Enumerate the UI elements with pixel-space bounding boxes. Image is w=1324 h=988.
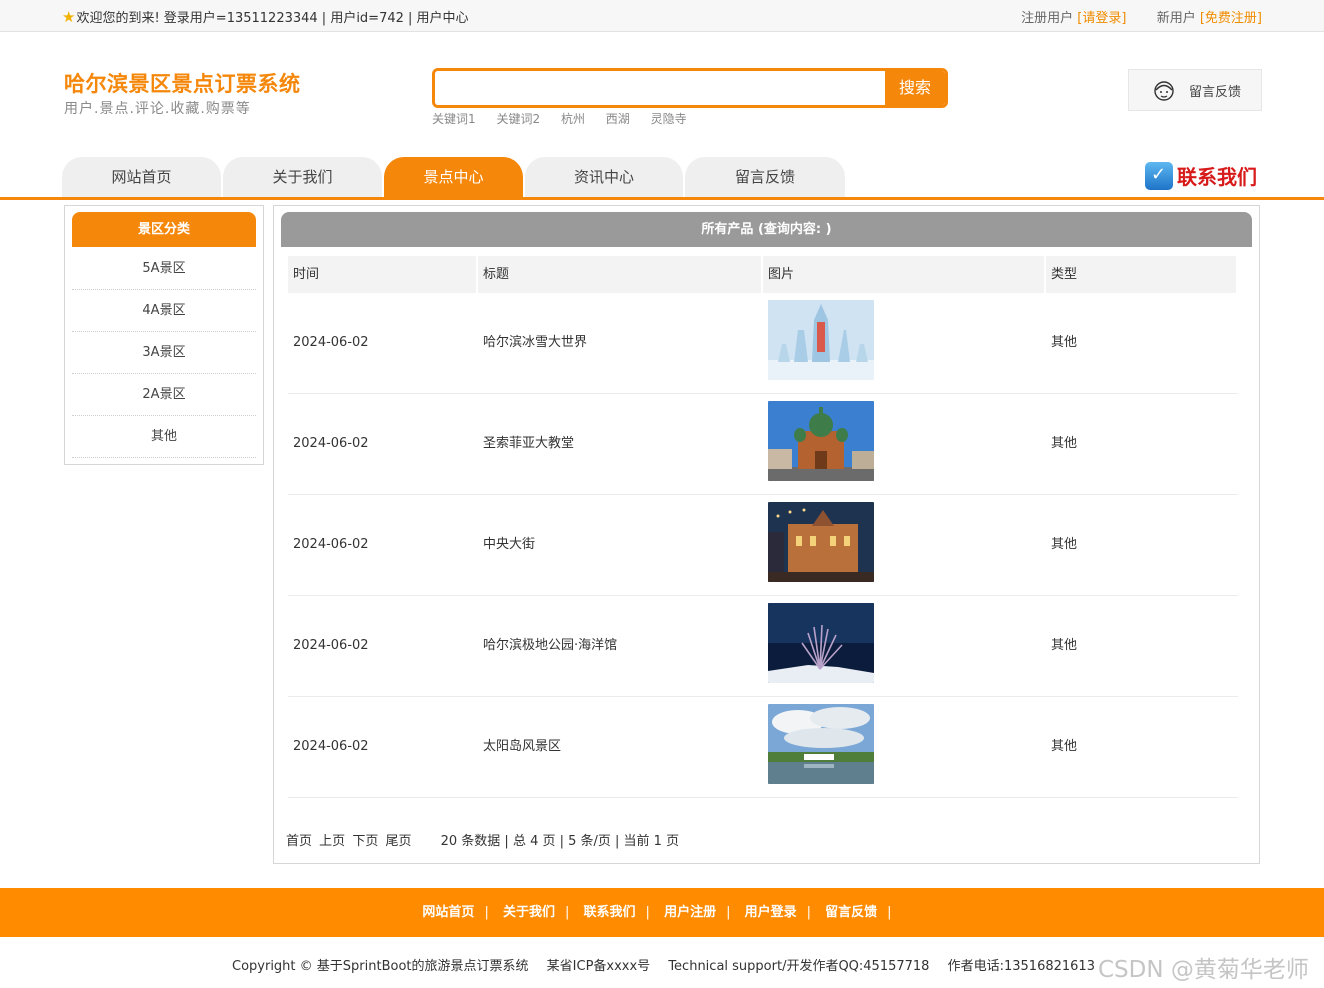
top-bar: ★欢迎您的到来! 登录用户=13511223344 | 用户id=742 | 用… — [0, 0, 1324, 32]
contact-us-label: 联系我们 — [1177, 165, 1257, 189]
table-row: 2024-06-02 中央大街 其他 — [288, 495, 1238, 596]
watermark: CSDN @黄菊华老师 — [1098, 957, 1309, 983]
nav-feedback[interactable]: 留言反馈 — [685, 157, 845, 197]
hotword-link[interactable]: 关键词2 — [496, 112, 540, 126]
search-button[interactable]: 搜索 — [885, 71, 945, 105]
star-icon: ★ — [62, 8, 76, 26]
hotword-link[interactable]: 关键词1 — [432, 112, 476, 126]
column-header: 标题 — [478, 256, 761, 293]
register-label: 注册用户 — [1021, 11, 1074, 26]
copyright-text: Copyright © 基于SprintBoot的旅游景点订票系统 — [232, 959, 529, 974]
hotword-link[interactable]: 灵隐寺 — [651, 112, 687, 126]
category-3a[interactable]: 3A景区 — [72, 332, 256, 374]
nav-news[interactable]: 资讯中心 — [525, 157, 683, 197]
row-date: 2024-06-02 — [293, 537, 369, 552]
site-subtitle: 用户.景点.评论.收藏.购票等 — [64, 101, 251, 117]
nav-about[interactable]: 关于我们 — [223, 157, 382, 197]
support-text: Technical support/开发作者QQ:45157718 — [668, 959, 930, 974]
row-type: 其他 — [1051, 638, 1078, 653]
pagination: 首页 上页 下页 尾页 20 条数据 | 总 4 页 | 5 条/页 | 当前 … — [286, 830, 679, 849]
category-list: 5A景区 4A景区 3A景区 2A景区 其他 — [72, 248, 256, 458]
column-header: 类型 — [1046, 256, 1236, 293]
ice-world-thumbnail[interactable] — [768, 300, 874, 380]
category-sidebar: 景区分类 5A景区 4A景区 3A景区 2A景区 其他 — [64, 205, 264, 465]
table-row: 2024-06-02 哈尔滨极地公园·海洋馆 其他 — [288, 596, 1238, 697]
hot-keywords: 关键词1 关键词2 杭州 西湖 灵隐寺 — [432, 110, 704, 127]
row-title[interactable]: 哈尔滨极地公园·海洋馆 — [478, 596, 617, 696]
sophia-cathedral-thumbnail[interactable] — [768, 401, 874, 481]
hotword-link[interactable]: 杭州 — [561, 112, 585, 126]
sun-island-thumbnail[interactable] — [768, 704, 874, 784]
category-4a[interactable]: 4A景区 — [72, 290, 256, 332]
feedback-button[interactable]: 留言反馈 — [1128, 69, 1262, 111]
welcome-text: 欢迎您的到来! 登录用户=13511223344 | 用户id=742 | 用户… — [76, 11, 469, 26]
column-header: 图片 — [763, 256, 1044, 293]
row-date: 2024-06-02 — [293, 436, 369, 451]
pager-prev[interactable]: 上页 — [319, 834, 345, 849]
pager-last[interactable]: 尾页 — [385, 834, 411, 849]
row-date: 2024-06-02 — [293, 739, 369, 754]
column-header: 时间 — [288, 256, 476, 293]
pager-first[interactable]: 首页 — [286, 834, 312, 849]
row-date: 2024-06-02 — [293, 638, 369, 653]
footer-link-login[interactable]: 用户登录 — [745, 905, 797, 920]
site-title[interactable]: 哈尔滨景区景点订票系统 — [64, 68, 301, 98]
polarland-thumbnail[interactable] — [768, 603, 874, 683]
table-header: 时间 标题 图片 类型 — [288, 256, 1238, 293]
account-links: 注册用户 [请登录] 新用户 [免费注册] — [1021, 7, 1262, 26]
sidebar-title: 景区分类 — [72, 212, 256, 247]
footer-link-register[interactable]: 用户注册 — [664, 905, 716, 920]
category-5a[interactable]: 5A景区 — [72, 248, 256, 290]
customer-service-icon — [1154, 81, 1174, 101]
nav-attractions[interactable]: 景点中心 — [384, 157, 523, 197]
feedback-label: 留言反馈 — [1189, 85, 1242, 100]
search-input[interactable] — [435, 71, 887, 105]
pager-info: 20 条数据 | 总 4 页 | 5 条/页 | 当前 1 页 — [440, 834, 680, 849]
category-other[interactable]: 其他 — [72, 416, 256, 458]
pager-next[interactable]: 下页 — [352, 834, 378, 849]
phone-text: 作者电话:13516821613 — [947, 959, 1095, 974]
row-title[interactable]: 圣索菲亚大教堂 — [478, 394, 574, 494]
free-register-link[interactable]: [免费注册] — [1200, 11, 1262, 26]
row-type: 其他 — [1051, 739, 1078, 754]
row-type: 其他 — [1051, 436, 1078, 451]
row-type: 其他 — [1051, 335, 1078, 350]
nav-home[interactable]: 网站首页 — [62, 157, 221, 197]
row-title[interactable]: 哈尔滨冰雪大世界 — [478, 293, 587, 393]
product-panel: 所有产品 (查询内容: ) 时间 标题 图片 类型 2024-06-02 哈尔滨… — [273, 205, 1260, 864]
footer-links: 网站首页 | 关于我们 | 联系我们 | 用户注册 | 用户登录 | 留言反馈 | — [0, 888, 1324, 937]
central-street-thumbnail[interactable] — [768, 502, 874, 582]
row-title[interactable]: 太阳岛风景区 — [478, 697, 561, 797]
footer-link-about[interactable]: 关于我们 — [503, 905, 555, 920]
panel-title: 所有产品 (查询内容: ) — [281, 212, 1252, 247]
table-row: 2024-06-02 太阳岛风景区 其他 — [288, 697, 1238, 798]
hotword-link[interactable]: 西湖 — [606, 112, 630, 126]
row-date: 2024-06-02 — [293, 335, 369, 350]
table-row: 2024-06-02 哈尔滨冰雪大世界 其他 — [288, 293, 1238, 394]
search-box: 搜索 — [432, 68, 948, 108]
product-table: 时间 标题 图片 类型 2024-06-02 哈尔滨冰雪大世界 其他 2024- — [288, 256, 1238, 798]
main-nav: 网站首页 关于我们 景点中心 资讯中心 留言反馈 联系我们 — [0, 157, 1324, 200]
copyright-line: Copyright © 基于SprintBoot的旅游景点订票系统 某省ICP备… — [232, 955, 1109, 974]
category-2a[interactable]: 2A景区 — [72, 374, 256, 416]
table-row: 2024-06-02 圣索菲亚大教堂 其他 — [288, 394, 1238, 495]
footer-link-feedback[interactable]: 留言反馈 — [825, 905, 877, 920]
welcome-area: ★欢迎您的到来! 登录用户=13511223344 | 用户id=742 | 用… — [62, 7, 469, 26]
phone-icon — [1145, 161, 1173, 190]
row-title[interactable]: 中央大街 — [478, 495, 535, 595]
footer-link-contact[interactable]: 联系我们 — [584, 905, 636, 920]
footer-link-home[interactable]: 网站首页 — [422, 905, 474, 920]
new-user-label: 新用户 — [1156, 11, 1196, 26]
login-link[interactable]: [请登录] — [1077, 11, 1126, 26]
row-type: 其他 — [1051, 537, 1078, 552]
icp-text: 某省ICP备xxxx号 — [546, 959, 651, 974]
contact-us-button[interactable]: 联系我们 — [1145, 161, 1257, 193]
